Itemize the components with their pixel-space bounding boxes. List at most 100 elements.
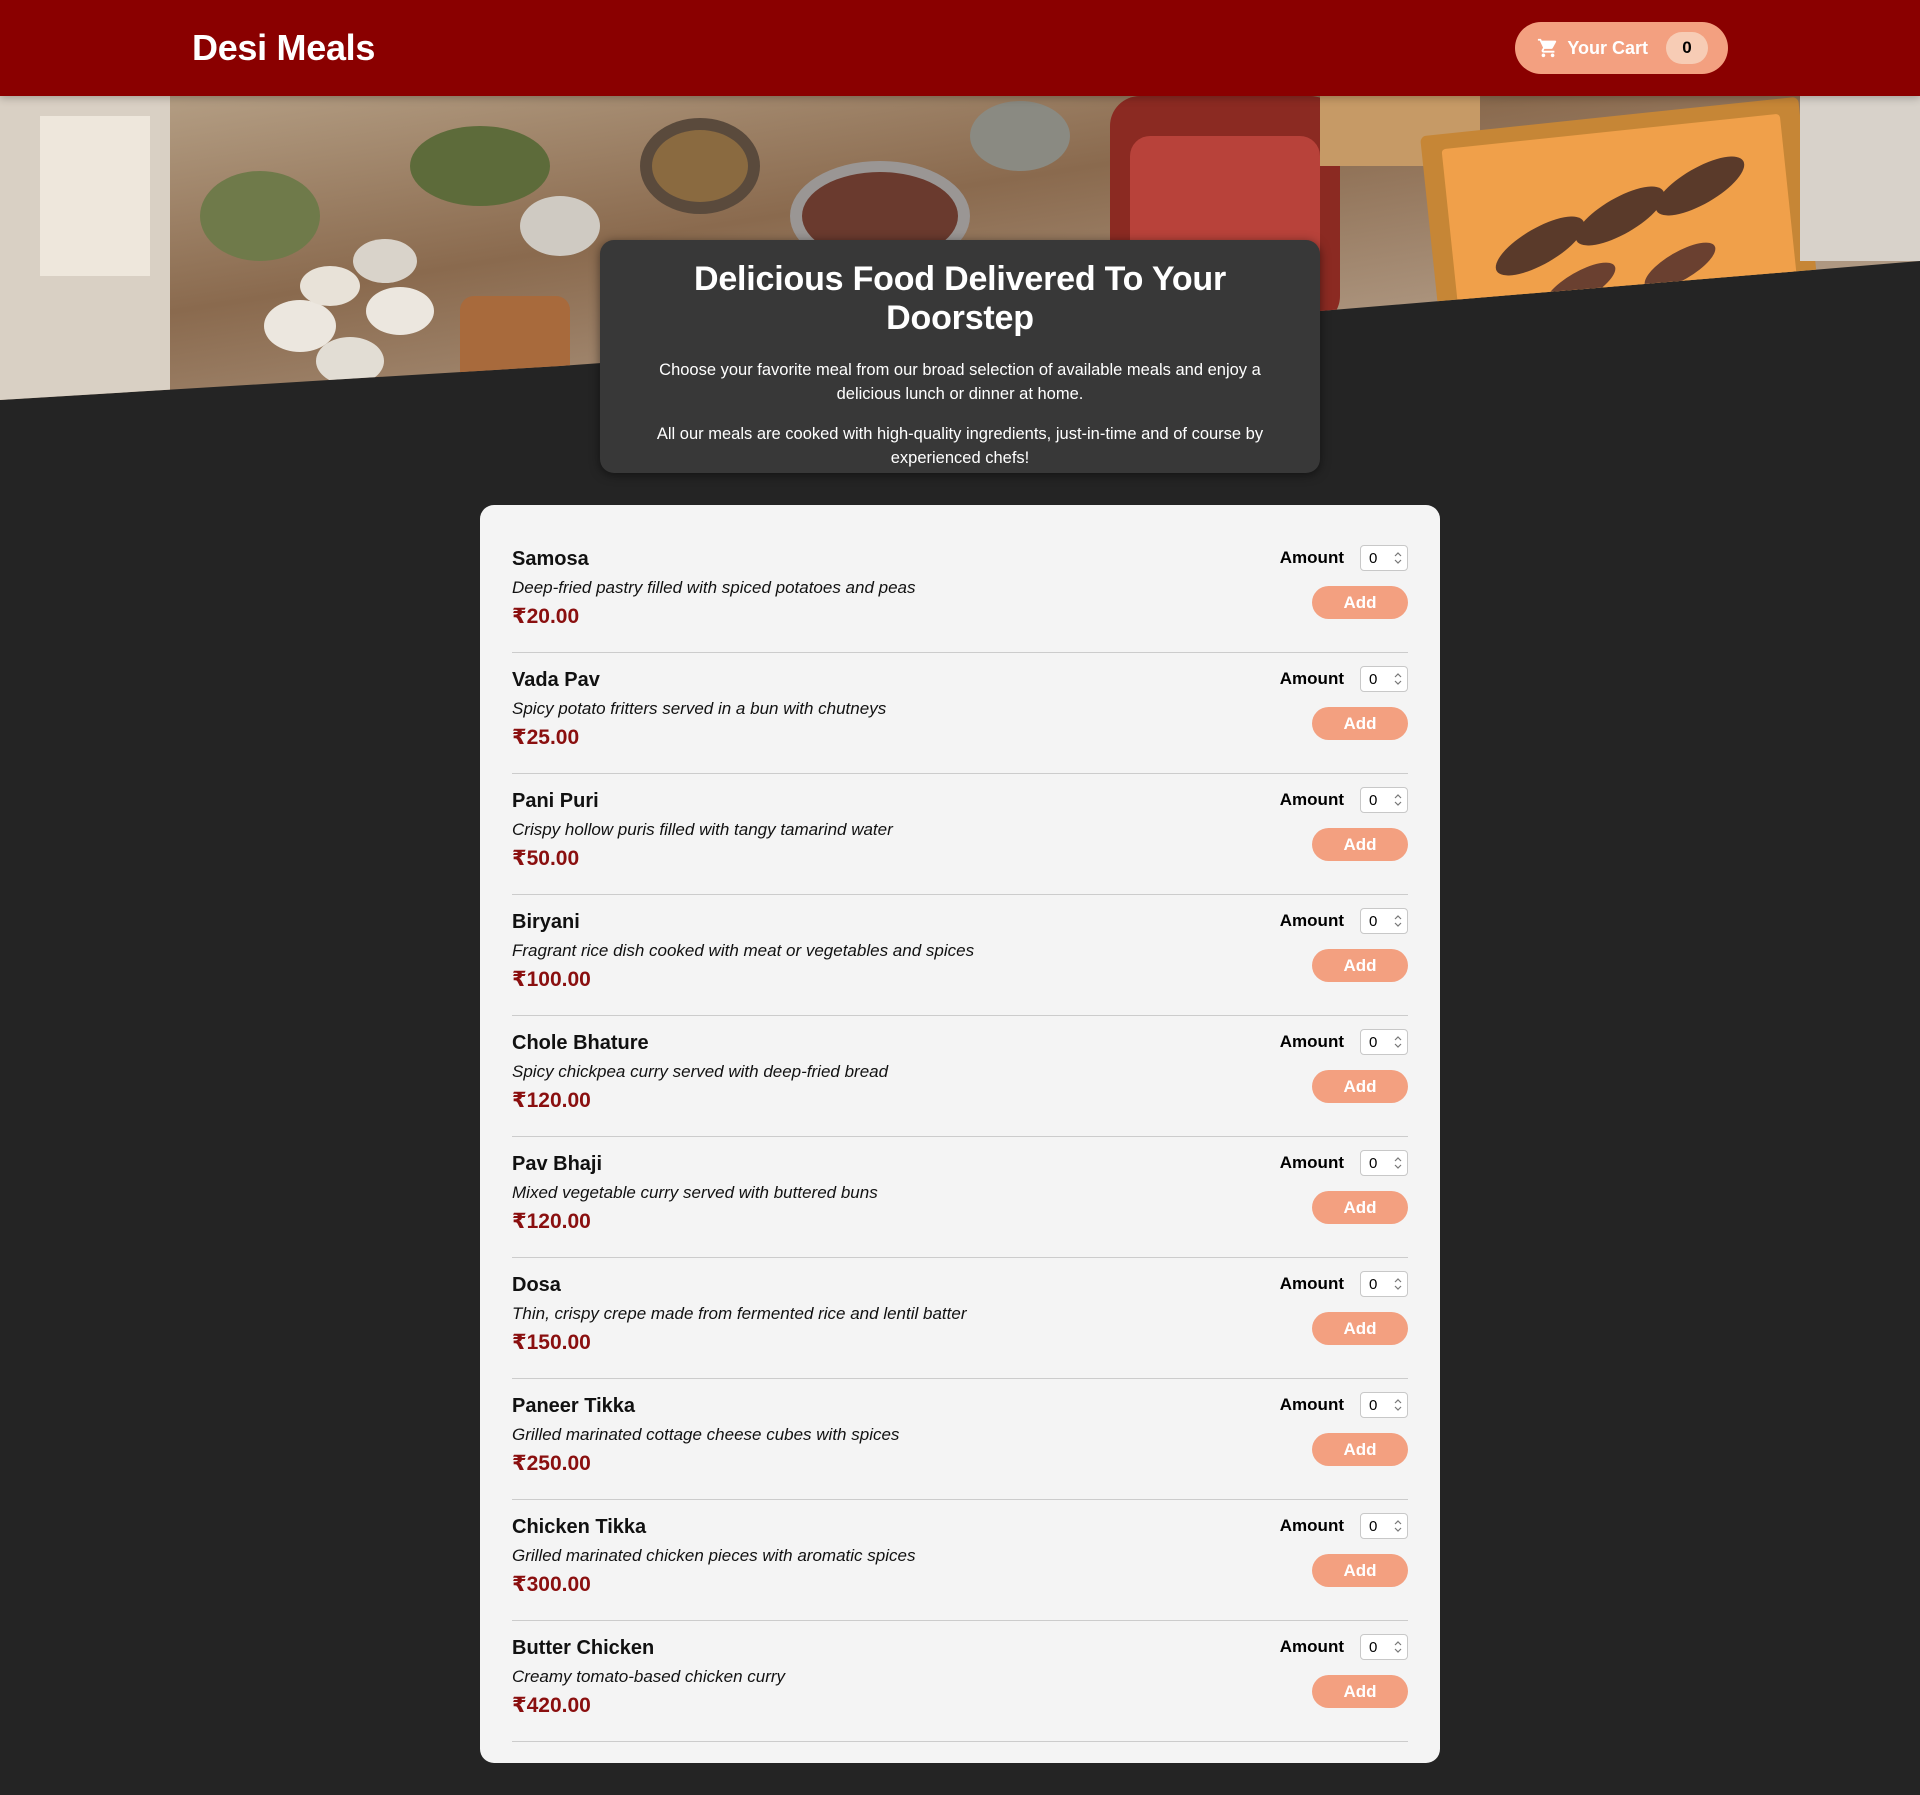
add-button[interactable]: Add bbox=[1312, 1191, 1408, 1224]
meal-description: Mixed vegetable curry served with butter… bbox=[512, 1183, 878, 1202]
spinner-arrows-icon[interactable] bbox=[1393, 793, 1403, 807]
amount-label: Amount bbox=[1279, 669, 1344, 688]
amount-value: 0 bbox=[1369, 1517, 1378, 1535]
meal-item: Samosa Deep-fried pastry filled with spi… bbox=[512, 532, 1408, 653]
meal-name: Pav Bhaji bbox=[512, 1153, 603, 1175]
meal-name: Samosa bbox=[512, 548, 589, 570]
meal-price: ₹300.00 bbox=[512, 1573, 591, 1596]
shopping-cart-icon bbox=[1538, 38, 1557, 58]
amount-row: Amount 0 bbox=[1280, 545, 1408, 571]
amount-label: Amount bbox=[1279, 1516, 1344, 1535]
spinner-arrows-icon[interactable] bbox=[1393, 672, 1403, 686]
amount-label: Amount bbox=[1279, 790, 1344, 809]
amount-input[interactable]: 0 bbox=[1360, 1513, 1408, 1539]
amount-row: Amount 0 bbox=[1280, 1271, 1408, 1297]
meal-item: Vada Pav Spicy potato fritters served in… bbox=[512, 653, 1408, 774]
add-button[interactable]: Add bbox=[1312, 1070, 1408, 1103]
meal-price: ₹250.00 bbox=[512, 1452, 591, 1475]
meals-list: Samosa Deep-fried pastry filled with spi… bbox=[512, 532, 1408, 1742]
amount-label: Amount bbox=[1279, 1153, 1344, 1172]
spinner-arrows-icon[interactable] bbox=[1393, 1640, 1403, 1654]
amount-label: Amount bbox=[1279, 1395, 1344, 1414]
cart-label: Your Cart bbox=[1567, 37, 1648, 58]
amount-input[interactable]: 0 bbox=[1360, 787, 1408, 813]
meal-price: ₹20.00 bbox=[512, 605, 580, 628]
amount-label: Amount bbox=[1279, 1274, 1344, 1293]
meal-item: Butter Chicken Creamy tomato-based chick… bbox=[512, 1621, 1408, 1742]
amount-input[interactable]: 0 bbox=[1360, 1271, 1408, 1297]
meal-description: Grilled marinated cottage cheese cubes w… bbox=[512, 1425, 900, 1444]
site-header: Desi Meals Your Cart 0 bbox=[0, 0, 1920, 96]
amount-input[interactable]: 0 bbox=[1360, 1029, 1408, 1055]
meal-name: Vada Pav bbox=[512, 669, 600, 691]
meal-item: Pani Puri Crispy hollow puris filled wit… bbox=[512, 774, 1408, 895]
meal-item: Chicken Tikka Grilled marinated chicken … bbox=[512, 1500, 1408, 1621]
meal-price: ₹50.00 bbox=[512, 847, 580, 870]
amount-input[interactable]: 0 bbox=[1360, 1634, 1408, 1660]
meal-description: Grilled marinated chicken pieces with ar… bbox=[512, 1546, 916, 1565]
meal-item: Dosa Thin, crispy crepe made from fermen… bbox=[512, 1258, 1408, 1379]
spinner-arrows-icon[interactable] bbox=[1393, 1398, 1403, 1412]
meal-price: ₹120.00 bbox=[512, 1210, 591, 1233]
amount-input[interactable]: 0 bbox=[1360, 666, 1408, 692]
meal-name: Biryani bbox=[512, 911, 580, 933]
brand-title: Desi Meals bbox=[192, 27, 376, 68]
amount-row: Amount 0 bbox=[1280, 666, 1408, 692]
add-button[interactable]: Add bbox=[1312, 1312, 1408, 1345]
amount-input[interactable]: 0 bbox=[1360, 908, 1408, 934]
add-button[interactable]: Add bbox=[1312, 1675, 1408, 1708]
meal-description: Crispy hollow puris filled with tangy ta… bbox=[512, 820, 893, 839]
meal-name: Chole Bhature bbox=[512, 1032, 649, 1054]
add-button[interactable]: Add bbox=[1312, 828, 1408, 861]
meals-summary: Delicious Food Delivered To Your Doorste… bbox=[600, 240, 1320, 473]
meal-name: Dosa bbox=[512, 1274, 561, 1296]
summary-paragraph-1: Choose your favorite meal from our broad… bbox=[659, 361, 1261, 403]
add-button[interactable]: Add bbox=[1312, 586, 1408, 619]
amount-row: Amount 0 bbox=[1280, 1150, 1408, 1176]
meal-description: Spicy potato fritters served in a bun wi… bbox=[512, 699, 887, 718]
spinner-arrows-icon[interactable] bbox=[1393, 551, 1403, 565]
amount-row: Amount 0 bbox=[1280, 908, 1408, 934]
meal-item: Biryani Fragrant rice dish cooked with m… bbox=[512, 895, 1408, 1016]
meal-description: Spicy chickpea curry served with deep-fr… bbox=[512, 1062, 889, 1081]
amount-value: 0 bbox=[1369, 1154, 1378, 1172]
cart-button[interactable]: Your Cart 0 bbox=[1515, 22, 1728, 74]
add-button[interactable]: Add bbox=[1312, 707, 1408, 740]
amount-row: Amount 0 bbox=[1280, 1029, 1408, 1055]
amount-row: Amount 0 bbox=[1280, 1634, 1408, 1660]
amount-label: Amount bbox=[1279, 911, 1344, 930]
add-button[interactable]: Add bbox=[1312, 1554, 1408, 1587]
summary-paragraph-2: All our meals are cooked with high-quali… bbox=[656, 425, 1264, 467]
spinner-arrows-icon[interactable] bbox=[1393, 1035, 1403, 1049]
meal-name: Paneer Tikka bbox=[512, 1395, 636, 1417]
spinner-arrows-icon[interactable] bbox=[1393, 914, 1403, 928]
meal-name: Chicken Tikka bbox=[512, 1516, 647, 1538]
meal-name: Pani Puri bbox=[512, 790, 599, 812]
meal-description: Fragrant rice dish cooked with meat or v… bbox=[512, 941, 975, 960]
meal-description: Creamy tomato-based chicken curry bbox=[512, 1667, 786, 1686]
amount-value: 0 bbox=[1369, 912, 1378, 930]
cart-count-badge: 0 bbox=[1666, 32, 1708, 64]
meal-price: ₹25.00 bbox=[512, 726, 580, 749]
add-button[interactable]: Add bbox=[1312, 949, 1408, 982]
meal-item: Pav Bhaji Mixed vegetable curry served w… bbox=[512, 1137, 1408, 1258]
spinner-arrows-icon[interactable] bbox=[1393, 1277, 1403, 1291]
amount-value: 0 bbox=[1369, 549, 1378, 567]
summary-title: Delicious Food Delivered To Your Doorste… bbox=[693, 260, 1227, 337]
meal-price: ₹150.00 bbox=[512, 1331, 591, 1354]
add-button[interactable]: Add bbox=[1312, 1433, 1408, 1466]
meal-description: Thin, crispy crepe made from fermented r… bbox=[512, 1304, 967, 1323]
amount-input[interactable]: 0 bbox=[1360, 545, 1408, 571]
amount-value: 0 bbox=[1369, 1275, 1378, 1293]
amount-input[interactable]: 0 bbox=[1360, 1150, 1408, 1176]
amount-value: 0 bbox=[1369, 791, 1378, 809]
amount-input[interactable]: 0 bbox=[1360, 1392, 1408, 1418]
meal-description: Deep-fried pastry filled with spiced pot… bbox=[512, 578, 916, 597]
amount-value: 0 bbox=[1369, 1396, 1378, 1414]
spinner-arrows-icon[interactable] bbox=[1393, 1156, 1403, 1170]
spinner-arrows-icon[interactable] bbox=[1393, 1519, 1403, 1533]
amount-value: 0 bbox=[1369, 670, 1378, 688]
meal-name: Butter Chicken bbox=[512, 1637, 655, 1659]
amount-label: Amount bbox=[1279, 1032, 1344, 1051]
meals-list-card: Samosa Deep-fried pastry filled with spi… bbox=[480, 505, 1440, 1763]
